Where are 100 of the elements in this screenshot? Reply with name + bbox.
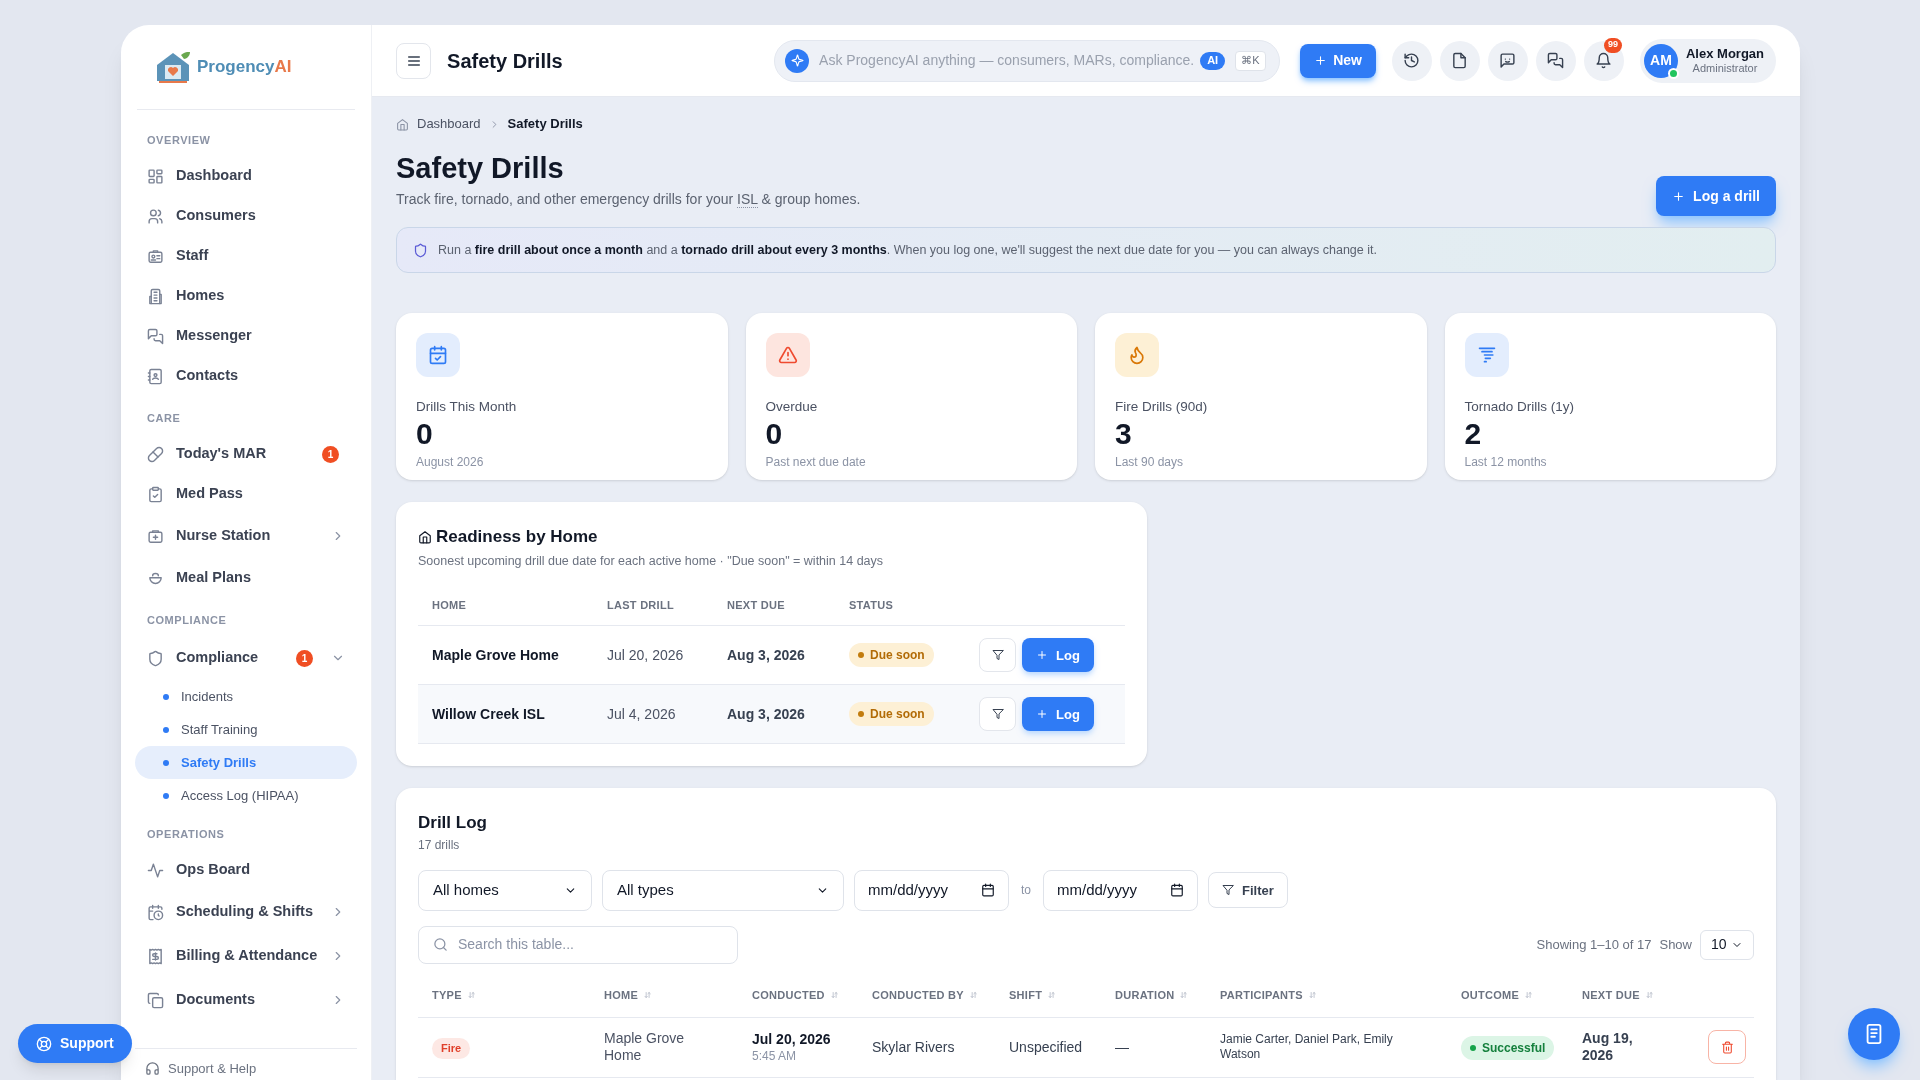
stat-note: Last 90 days bbox=[1115, 454, 1185, 472]
pdf-button[interactable] bbox=[1440, 40, 1480, 81]
chat-bubbles-icon bbox=[1547, 52, 1565, 69]
log-drill-button[interactable]: Log a drill bbox=[1656, 176, 1776, 216]
plus-icon bbox=[1036, 708, 1048, 721]
messages-button[interactable] bbox=[1536, 40, 1576, 81]
bell-icon bbox=[1595, 52, 1613, 69]
sparkle-icon bbox=[790, 54, 804, 67]
building-icon bbox=[147, 287, 164, 305]
column-header: STATUS bbox=[849, 597, 895, 613]
date-field[interactable]: mm/dd/yyyy bbox=[854, 869, 1009, 911]
table-cell-text: Jamie Carter, Daniel Park, Emily Watson bbox=[1220, 1032, 1394, 1063]
stat-note: August 2026 bbox=[416, 454, 485, 472]
lifebuoy-icon bbox=[36, 1035, 52, 1052]
ask-ai-search-field[interactable]: Ask ProgencyAI anything — consumers, MARs, compliance. AI ⌘K bbox=[774, 39, 1281, 82]
nav-item[interactable]: Ops Board bbox=[135, 850, 357, 890]
table-cell-text: Unspecified bbox=[1009, 1037, 1084, 1057]
grid-icon bbox=[147, 167, 164, 185]
sort-icon[interactable] bbox=[1178, 990, 1189, 1001]
calendar-check-icon bbox=[428, 345, 448, 365]
filter-button[interactable] bbox=[979, 638, 1016, 673]
sort-icon[interactable] bbox=[465, 990, 476, 1001]
drill-count: 17 drills bbox=[418, 836, 461, 854]
table-cell-text: Jul 20, 2026 bbox=[607, 645, 685, 665]
section-label: OVERVIEW bbox=[146, 132, 212, 148]
nav-item[interactable]: Staff bbox=[135, 236, 357, 276]
page-size-label: Show bbox=[1659, 936, 1692, 954]
stat-label: Overdue bbox=[765, 398, 819, 416]
sort-icon[interactable] bbox=[1046, 990, 1057, 1001]
feedback-button[interactable] bbox=[1488, 40, 1528, 81]
column-header: OUTCOME bbox=[1461, 988, 1520, 1003]
card-subtitle: Soonest upcoming drill due date for each active home · "Due soon" = within 14 days bbox=[418, 552, 885, 570]
flame-icon bbox=[1127, 345, 1147, 365]
filter-button[interactable]: Filter bbox=[1208, 872, 1288, 909]
nav-item[interactable]: Scheduling & Shifts bbox=[135, 890, 357, 934]
filter-button[interactable] bbox=[979, 697, 1016, 732]
nav-item[interactable]: Dashboard bbox=[135, 156, 357, 196]
nav-item[interactable]: Med Pass bbox=[135, 474, 357, 514]
count-badge: 1 bbox=[322, 445, 339, 463]
page-subtitle: Track fire, tornado, and other emergency drills for your ISL & group homes. bbox=[396, 190, 861, 210]
notifications-button[interactable]: 99 bbox=[1584, 40, 1624, 81]
count-badge: 1 bbox=[296, 649, 313, 667]
history-button[interactable] bbox=[1392, 40, 1432, 81]
nav-subitem[interactable]: Incidents bbox=[135, 680, 357, 713]
sort-icon[interactable] bbox=[642, 990, 653, 1001]
chat-bubbles-icon bbox=[147, 327, 164, 345]
stat-value: 2 bbox=[1464, 417, 1483, 452]
new-button[interactable]: New bbox=[1300, 43, 1376, 78]
table-cell-text: Aug 19, 2026 bbox=[1582, 1029, 1634, 1065]
type-select[interactable]: All types bbox=[602, 869, 844, 911]
search-placeholder: Search this table... bbox=[458, 935, 574, 955]
shortcut-key: ⌘K bbox=[1235, 50, 1266, 71]
nav-item[interactable]: Messenger bbox=[135, 316, 357, 356]
documents-icon bbox=[147, 991, 164, 1009]
shield-icon bbox=[413, 242, 428, 258]
column-header: NEXT DUE bbox=[1582, 988, 1640, 1003]
date-field[interactable]: mm/dd/yyyy bbox=[1043, 869, 1198, 911]
sort-icon[interactable] bbox=[1306, 990, 1317, 1001]
nav-item[interactable]: Nurse Station bbox=[135, 514, 357, 558]
drill-type-tag: Fire bbox=[432, 1038, 471, 1059]
plus-icon bbox=[1036, 649, 1048, 662]
warning-icon bbox=[777, 345, 798, 365]
sort-icon[interactable] bbox=[1643, 990, 1654, 1001]
nav-item[interactable]: Contacts bbox=[135, 356, 357, 396]
range-label: to bbox=[1020, 882, 1032, 900]
user-menu[interactable]: AM Alex Morgan Administrator bbox=[1640, 38, 1776, 83]
sort-icon[interactable] bbox=[967, 990, 978, 1001]
menu-button[interactable] bbox=[396, 42, 432, 79]
id-card-icon bbox=[147, 247, 164, 265]
home-select[interactable]: All homes bbox=[418, 869, 592, 911]
delete-button[interactable] bbox=[1708, 1030, 1746, 1065]
nav-subitem[interactable]: Access Log (HIPAA) bbox=[135, 779, 357, 812]
sort-icon[interactable] bbox=[828, 990, 839, 1001]
sort-icon[interactable] bbox=[1523, 990, 1534, 1001]
users-icon bbox=[147, 207, 164, 225]
nav-item[interactable]: Documents bbox=[135, 978, 357, 1022]
breadcrumb-link[interactable]: Dashboard bbox=[417, 114, 481, 134]
tornado-icon bbox=[1476, 345, 1497, 365]
stat-label: Fire Drills (90d) bbox=[1115, 398, 1209, 416]
smiley-chat-icon bbox=[1499, 52, 1517, 69]
shield-icon bbox=[147, 649, 164, 667]
log-button[interactable]: Log bbox=[1022, 697, 1094, 732]
table-cell-text: Jul 4, 2026 bbox=[607, 704, 677, 724]
nav-subitem[interactable]: Staff Training bbox=[135, 713, 357, 746]
column-header: CONDUCTED BY bbox=[872, 988, 964, 1003]
page-size-select[interactable]: 10 bbox=[1700, 929, 1754, 960]
funnel-icon bbox=[991, 708, 1004, 721]
user-avatar: AM bbox=[1644, 43, 1678, 78]
column-header: HOME bbox=[604, 988, 639, 1003]
nav-item[interactable]: Consumers bbox=[135, 196, 357, 236]
nav-item[interactable]: Meal Plans bbox=[135, 558, 357, 598]
log-button[interactable]: Log bbox=[1022, 638, 1094, 673]
notes-button[interactable] bbox=[1848, 1008, 1900, 1060]
support-button[interactable]: Support bbox=[18, 1024, 132, 1063]
nav-item[interactable]: Compliance 1 bbox=[135, 636, 357, 680]
nav-item[interactable]: Billing & Attendance bbox=[135, 934, 357, 978]
nav-item[interactable]: Today's MAR 1 bbox=[135, 434, 357, 474]
support-help-link[interactable]: Support & Help bbox=[168, 1058, 257, 1078]
column-header: CONDUCTED bbox=[752, 988, 825, 1003]
nav-item[interactable]: Homes bbox=[135, 276, 357, 316]
